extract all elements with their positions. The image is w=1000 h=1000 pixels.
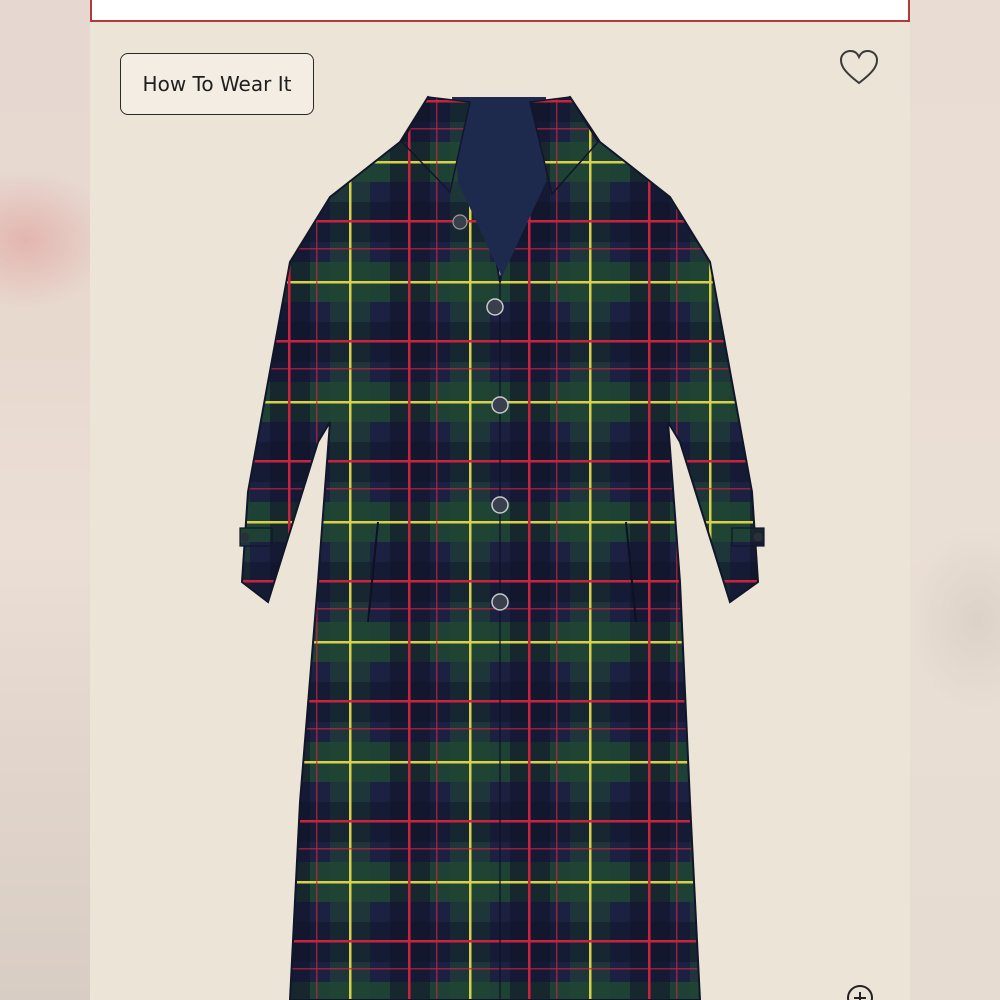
zoom-plus-icon[interactable] <box>846 984 874 1000</box>
how-to-wear-button[interactable]: How To Wear It <box>120 53 314 115</box>
product-image-plaid-coat[interactable] <box>90 22 910 1000</box>
product-image-panel: How To Wear It <box>90 22 910 1000</box>
blurred-backdrop-right <box>908 0 1000 1000</box>
top-header-bar <box>90 0 910 22</box>
heart-icon[interactable] <box>838 48 880 88</box>
blurred-backdrop-left <box>0 0 92 1000</box>
